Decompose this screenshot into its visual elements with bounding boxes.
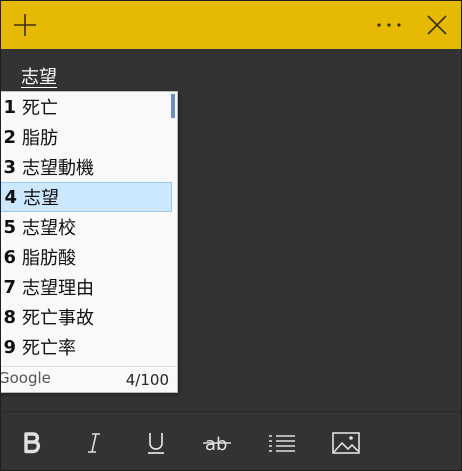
- candidate-number: 3: [3, 156, 16, 178]
- candidate-text: 脂肪酸: [22, 248, 76, 269]
- candidate-item[interactable]: 5 志望校: [1, 212, 172, 242]
- candidate-number: 2: [3, 126, 16, 148]
- bold-button[interactable]: [17, 430, 47, 456]
- note-text[interactable]: 志望: [21, 65, 57, 91]
- close-icon: [427, 15, 447, 35]
- plus-icon: [14, 14, 36, 36]
- candidate-text: 死亡事故: [22, 308, 94, 329]
- new-note-button[interactable]: [5, 1, 45, 49]
- underline-icon: [148, 433, 164, 454]
- strikethrough-button[interactable]: ab: [203, 430, 233, 456]
- bullet-list-icon: [269, 435, 295, 452]
- candidate-text: 死亡率: [22, 338, 76, 359]
- scrollbar-thumb[interactable]: [171, 94, 175, 118]
- candidate-item[interactable]: 4 志望: [1, 182, 172, 212]
- candidate-text: 死亡: [22, 98, 58, 119]
- ime-footer: Google 4/100: [0, 366, 177, 393]
- close-button[interactable]: [417, 1, 457, 49]
- candidate-item[interactable]: 7 志望理由: [1, 272, 172, 302]
- italic-button[interactable]: [79, 430, 109, 456]
- candidate-item[interactable]: 2 脂肪: [1, 122, 172, 152]
- candidate-text: 志望校: [22, 218, 76, 239]
- candidate-number: 7: [3, 276, 16, 298]
- candidate-item[interactable]: 6 脂肪酸: [1, 242, 172, 272]
- candidate-count: 4/100: [125, 371, 169, 389]
- candidate-number: 8: [3, 306, 16, 328]
- strikethrough-icon: ab: [203, 434, 231, 455]
- title-bar: [1, 1, 461, 49]
- italic-icon: [88, 433, 100, 453]
- candidate-item[interactable]: 1 死亡: [1, 92, 172, 122]
- image-icon: [332, 432, 360, 454]
- candidate-item[interactable]: 3 志望動機: [1, 152, 172, 182]
- format-toolbar: ab: [1, 411, 461, 470]
- candidate-item[interactable]: 9 死亡率: [1, 332, 172, 362]
- candidate-number: 9: [3, 336, 16, 358]
- candidate-number: 6: [3, 246, 16, 268]
- ime-brand: Google: [0, 369, 51, 387]
- candidate-number: 4: [4, 186, 17, 208]
- insert-image-button[interactable]: [331, 430, 361, 456]
- svg-text:ab: ab: [205, 434, 227, 455]
- underline-button[interactable]: [141, 430, 171, 456]
- sticky-note-window: 志望 ab 1 死亡 2 脂肪 3 志望動機 4 志望 5 志望校 6 脂肪酸 …: [0, 0, 462, 471]
- candidate-number: 5: [3, 216, 16, 238]
- bullet-list-button[interactable]: [267, 430, 297, 456]
- more-icon: [377, 23, 401, 27]
- bold-icon: [24, 432, 41, 454]
- candidate-text: 脂肪: [22, 128, 58, 149]
- more-options-button[interactable]: [369, 1, 409, 49]
- candidate-number: 1: [3, 96, 16, 118]
- candidate-text: 志望: [23, 188, 59, 209]
- ime-candidate-window: 1 死亡 2 脂肪 3 志望動機 4 志望 5 志望校 6 脂肪酸 7 志望理由 8 死亡事故 9 死亡率 Goo…: [0, 91, 178, 393]
- candidate-text: 志望理由: [22, 278, 94, 299]
- candidate-item[interactable]: 8 死亡事故: [1, 302, 172, 332]
- candidate-text: 志望動機: [22, 158, 94, 179]
